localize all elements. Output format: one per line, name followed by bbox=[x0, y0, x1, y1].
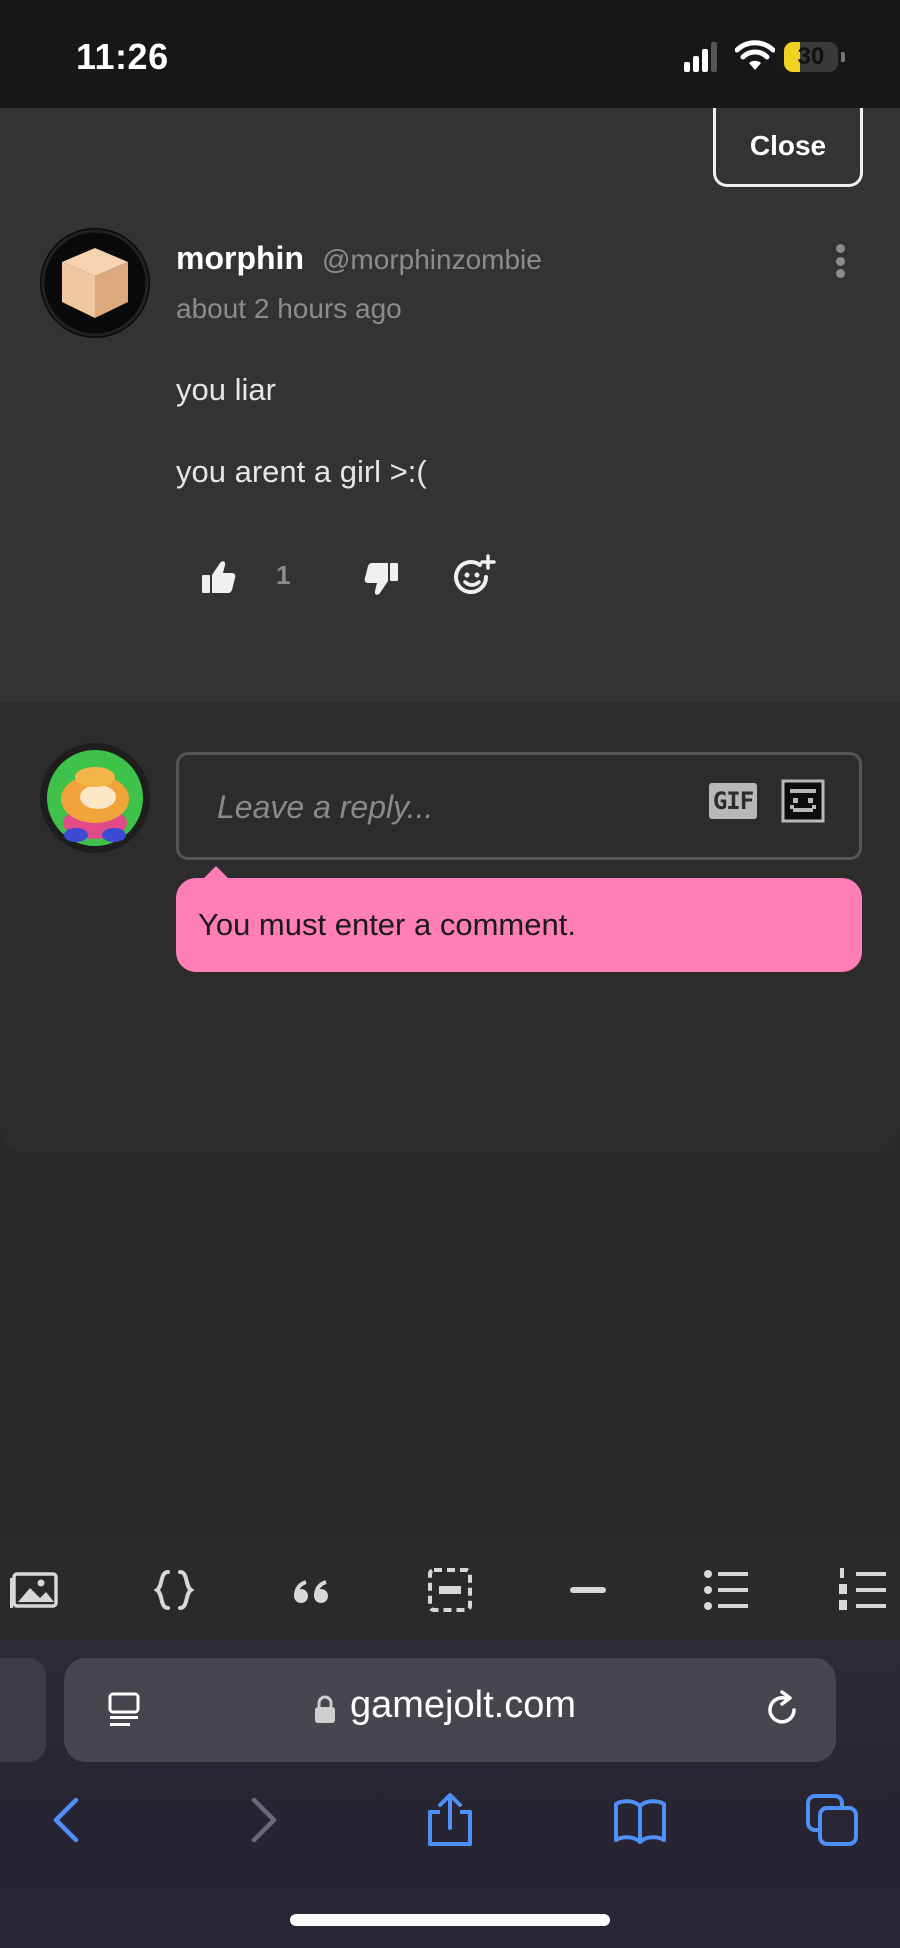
emoji-picker-icon[interactable] bbox=[781, 779, 825, 823]
error-tooltip-pointer bbox=[204, 866, 228, 878]
author-name[interactable]: morphin bbox=[176, 240, 304, 277]
numbered-list-icon[interactable] bbox=[836, 1562, 892, 1618]
page-menu-icon[interactable] bbox=[102, 1688, 146, 1732]
like-count: 1 bbox=[276, 560, 291, 590]
reply-input[interactable]: Leave a reply... GIF bbox=[176, 752, 862, 860]
editor-toolbar bbox=[0, 1540, 900, 1640]
validation-error-message: You must enter a comment. bbox=[176, 878, 862, 972]
close-button[interactable]: Close bbox=[713, 108, 863, 187]
thumbs-down-icon[interactable] bbox=[358, 555, 404, 601]
clock: 11:26 bbox=[76, 36, 169, 77]
forward-icon[interactable] bbox=[234, 1792, 290, 1848]
address-bar[interactable]: gamejolt.com bbox=[64, 1658, 836, 1762]
spoiler-icon[interactable] bbox=[422, 1562, 478, 1618]
wifi-icon bbox=[735, 40, 775, 70]
author-avatar[interactable] bbox=[40, 228, 150, 338]
signal-icon bbox=[684, 42, 717, 72]
bulleted-list-icon[interactable] bbox=[698, 1562, 754, 1618]
status-bar: 11:26 30 bbox=[0, 0, 900, 108]
user-avatar-icon bbox=[42, 745, 148, 851]
code-braces-icon[interactable] bbox=[146, 1562, 202, 1618]
thumbs-up-icon[interactable] bbox=[196, 555, 242, 601]
url-text[interactable]: gamejolt.com bbox=[350, 1684, 576, 1727]
lock-icon bbox=[315, 1695, 335, 1723]
image-icon[interactable] bbox=[8, 1562, 64, 1618]
bookmarks-icon[interactable] bbox=[612, 1792, 668, 1848]
gif-button[interactable]: GIF bbox=[709, 783, 757, 819]
more-dot bbox=[835, 269, 845, 278]
cube-avatar-icon bbox=[41, 229, 149, 337]
comment-text-line: you arent a girl >:( bbox=[176, 454, 427, 489]
reply-placeholder: Leave a reply... bbox=[217, 789, 434, 825]
battery-level: 30 bbox=[797, 43, 825, 70]
previous-tab-edge[interactable] bbox=[0, 1658, 46, 1762]
home-indicator bbox=[290, 1914, 610, 1926]
more-dot bbox=[835, 256, 845, 266]
quote-icon[interactable] bbox=[284, 1562, 340, 1618]
back-icon[interactable] bbox=[40, 1792, 96, 1848]
author-handle[interactable]: @morphinzombie bbox=[322, 244, 542, 276]
reload-icon[interactable] bbox=[760, 1688, 804, 1732]
tabs-icon[interactable] bbox=[804, 1792, 860, 1848]
more-options-button[interactable] bbox=[823, 236, 857, 286]
current-user-avatar bbox=[40, 743, 150, 853]
battery-icon: 30 bbox=[784, 42, 838, 72]
battery-cap bbox=[841, 52, 845, 62]
more-vertical-icon bbox=[835, 244, 845, 253]
horizontal-rule-icon[interactable] bbox=[560, 1562, 616, 1618]
add-reaction-icon[interactable] bbox=[450, 553, 496, 599]
comment-timestamp[interactable]: about 2 hours ago bbox=[176, 293, 402, 325]
comment-text-line: you liar bbox=[176, 372, 276, 407]
share-icon[interactable] bbox=[422, 1792, 478, 1848]
